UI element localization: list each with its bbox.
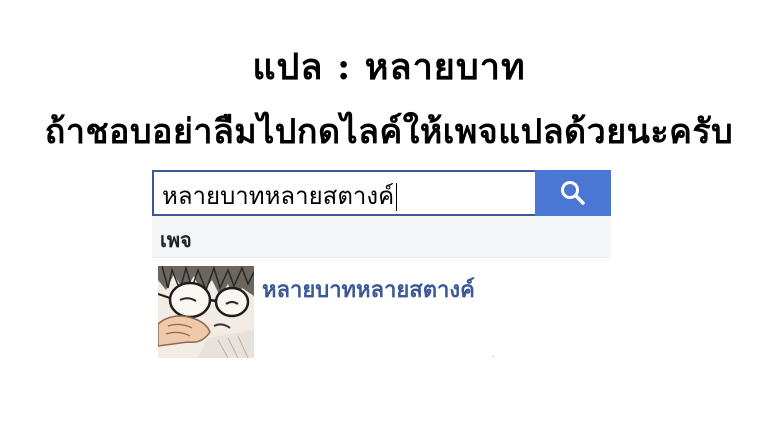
- suggestion-page-name[interactable]: หลายบาทหลายสตางค์: [262, 272, 475, 307]
- text-caret: [396, 183, 398, 211]
- like-page-request: ถ้าชอบอย่าลืมไปกดไลค์ให้เพจแปลด้วยนะครับ: [44, 112, 734, 152]
- section-header-pages: เพจ: [152, 216, 611, 258]
- divider-mark: [492, 356, 494, 357]
- search-button[interactable]: [535, 170, 611, 216]
- search-icon: [561, 181, 585, 205]
- page-avatar: [158, 266, 254, 358]
- search-input-text: หลายบาทหลายสตางค์: [162, 182, 395, 210]
- suggestion-item[interactable]: หลายบาทหลายสตางค์: [152, 264, 611, 358]
- search-input[interactable]: หลายบาทหลายสตางค์: [154, 172, 536, 214]
- translator-credit: แปล : หลายบาท: [252, 46, 526, 88]
- search-suggestions: เพจ หลายบาทหลายสตางค์: [152, 216, 611, 358]
- search-bar: หลายบาทหลายสตางค์: [152, 170, 611, 216]
